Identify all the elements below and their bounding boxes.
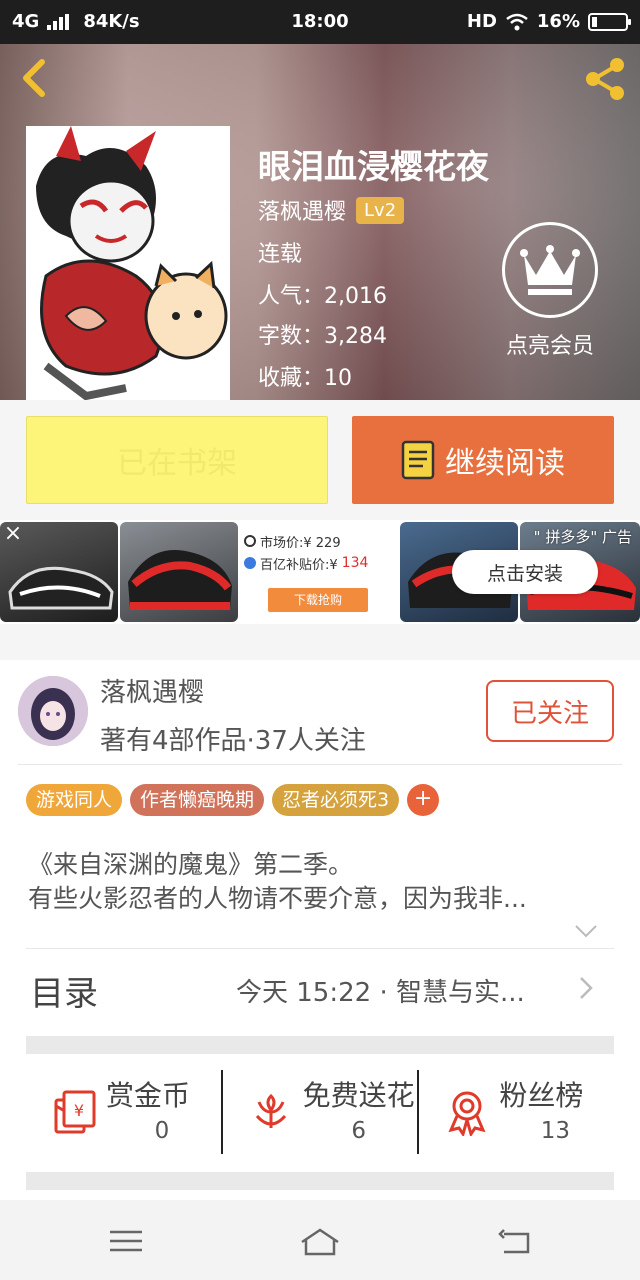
tag-lazy-author[interactable]: 作者懒癌晚期 [130,784,265,816]
chevron-down-icon[interactable] [574,924,598,938]
ad-source-tag: " 拼多多" 广告 [533,528,632,546]
chevron-left-icon[interactable] [14,56,54,100]
free-flowers-label: 免费送花 [302,1079,415,1112]
in-shelf-button[interactable]: 已在书架 [26,416,328,504]
followed-button[interactable]: 已关注 [486,680,614,742]
section-separator [26,1172,614,1190]
subsidy-label: 百亿补贴价:¥ [260,557,338,573]
author-card-name[interactable]: 落枫遇樱 [100,672,204,709]
section-separator [26,1036,614,1054]
divider [26,948,614,949]
reward-coins[interactable]: ¥ 赏金币 0 [26,1070,221,1154]
tag-game-fanfic[interactable]: 游戏同人 [26,784,123,816]
ad-image-shoe-red[interactable] [120,522,238,622]
add-tag-button[interactable]: + [407,784,440,816]
ad-close-icon[interactable]: × [2,523,24,546]
chevron-right-icon [580,977,593,999]
reward-coins-label: 赏金币 [106,1079,191,1112]
menu-icon[interactable] [106,1224,146,1258]
tag-list: 游戏同人 作者懒癌晚期 忍者必须死3 + [26,784,440,816]
vip-button[interactable]: 点亮会员 [500,222,600,360]
crown-icon [502,222,598,318]
table-of-contents-row[interactable]: 目录 今天 15:22 · 智慧与实... [0,950,640,1024]
favorites-count: 收藏：10 [258,366,352,391]
book-title: 眼泪血浸樱花夜 [258,147,489,186]
avatar[interactable] [18,676,88,746]
tag-ninja-must-die[interactable]: 忍者必须死3 [272,784,400,816]
word-count: 字数：3,284 [258,324,387,349]
author-row[interactable]: 落枫遇樱 Lv2 [258,194,405,226]
red-envelope-icon: ¥ [54,1090,96,1134]
flower-icon [255,1093,286,1128]
toc-label: 目录 [30,974,98,1014]
hd-indicator: HD [466,11,497,32]
author-card-stats: 著有4部作品·37人关注 [100,726,366,756]
install-button[interactable]: 点击安装 [452,550,598,594]
divider [18,764,622,765]
battery-icon [588,12,631,31]
fan-ranking[interactable]: 粉丝榜 13 [417,1070,614,1154]
fan-ranking-value: 13 [540,1118,570,1144]
author-name[interactable]: 落枫遇樱 [258,194,346,226]
ad-price-block: 市场价:¥ 229 百亿补贴价:¥ 134 下载抢购 [244,530,394,612]
cover-illustration [26,126,230,400]
reward-coins-value: 0 [154,1118,170,1144]
back-icon[interactable] [496,1224,536,1258]
share-icon[interactable] [580,54,630,104]
status-bar: 4G 84K/s 18:00 HD 16% [0,0,640,44]
free-flowers[interactable]: 免费送花 6 [220,1070,418,1154]
book-icon [401,440,435,480]
battery-percent: 16% [536,11,580,32]
ad-download-button[interactable]: 下载抢购 [268,588,368,612]
book-intro[interactable]: 《来自深渊的魔鬼》第二季。 有些火影忍者的人物请不要介意，因为我非... [28,848,618,916]
stats-row: ¥ 赏金币 0 免费送花 6 粉丝榜 13 [26,1070,614,1154]
market-price: 市场价:¥ 229 [260,535,341,551]
vip-label: 点亮会员 [505,334,594,359]
book-cover[interactable] [26,126,230,400]
medal-icon [448,1091,486,1136]
fan-ranking-label: 粉丝榜 [499,1079,584,1112]
intro-line: 《来自深渊的魔鬼》第二季。 [28,850,354,879]
svg-text:¥: ¥ [74,1101,84,1120]
latest-chapter: 今天 15:22 · 智慧与实... [236,978,525,1008]
intro-line: 有些火影忍者的人物请不要介意，因为我非... [28,884,527,913]
continue-reading-button[interactable]: 继续阅读 [352,416,614,504]
home-icon[interactable] [298,1224,342,1258]
continue-reading-label: 继续阅读 [445,446,565,481]
ad-banner[interactable]: × 市场价:¥ 229 百亿补贴价:¥ 134 下载抢购 " 拼多多" 广告 点击… [0,520,640,624]
system-nav-bar [0,1200,640,1280]
popularity: 人气：2,016 [258,284,387,309]
wifi-icon [506,13,528,30]
subsidy-price: 134 [341,555,369,571]
status-right: HD 16% [466,11,631,32]
free-flowers-value: 6 [351,1118,366,1144]
action-bar: 已在书架 继续阅读 [0,400,640,520]
level-badge: Lv2 [356,196,405,224]
author-card: 落枫遇樱 著有4部作品·37人关注 已关注 游戏同人 作者懒癌晚期 忍者必须死3… [0,660,640,1200]
serial-status: 连载 [258,242,303,267]
book-header: 眼泪血浸樱花夜 落枫遇樱 Lv2 连载 人气：2,016 字数：3,284 收藏… [0,44,640,400]
